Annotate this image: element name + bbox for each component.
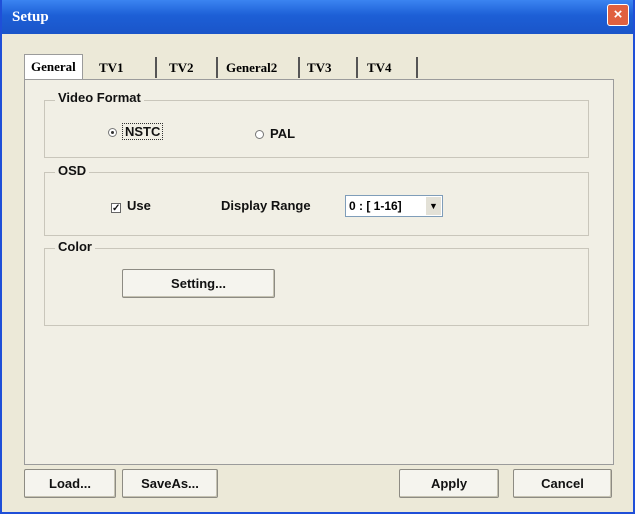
radio-pal-label: PAL <box>270 126 296 141</box>
color-setting-button[interactable]: Setting... <box>122 269 275 298</box>
color-label: Color <box>55 239 95 254</box>
radio-nstc-label: NSTC <box>121 123 164 140</box>
radio-selected-icon <box>108 128 117 137</box>
close-button[interactable]: × <box>607 4 629 26</box>
tab-general2[interactable]: General2 <box>226 56 277 80</box>
title-bar[interactable]: Setup × <box>2 0 633 34</box>
tab-divider <box>298 57 300 78</box>
video-format-label: Video Format <box>55 90 144 105</box>
display-range-value: 0 : [ 1-16] <box>349 199 402 213</box>
display-range-select[interactable]: 0 : [ 1-16] ▼ <box>345 195 443 217</box>
tab-divider <box>356 57 358 78</box>
radio-unselected-icon <box>255 130 264 139</box>
tab-divider <box>416 57 418 78</box>
save-as-button[interactable]: SaveAs... <box>122 469 218 498</box>
osd-label: OSD <box>55 163 90 178</box>
chevron-down-icon[interactable]: ▼ <box>426 197 441 215</box>
tab-divider <box>216 57 218 78</box>
display-range-label: Display Range <box>221 198 311 213</box>
tab-tv4[interactable]: TV4 <box>367 56 392 80</box>
window-title: Setup <box>12 9 49 25</box>
use-checkbox[interactable]: ✓ Use <box>111 198 151 214</box>
tab-tv3[interactable]: TV3 <box>307 56 332 80</box>
tab-general[interactable]: General <box>24 54 83 82</box>
tab-tv2[interactable]: TV2 <box>169 56 194 80</box>
close-icon: × <box>613 6 623 23</box>
tab-tv1[interactable]: TV1 <box>99 56 124 80</box>
setup-dialog: Setup × General TV1 TV2 General2 TV3 TV4… <box>0 0 635 514</box>
use-label: Use <box>127 198 151 213</box>
tab-divider <box>155 57 157 78</box>
checkmark-icon: ✓ <box>111 203 121 214</box>
radio-nstc[interactable]: NSTC <box>108 123 164 140</box>
load-button[interactable]: Load... <box>24 469 116 498</box>
tab-panel-general: Video Format NSTC PAL OSD ✓ Use Display R… <box>24 79 614 465</box>
apply-button[interactable]: Apply <box>399 469 499 498</box>
cancel-button[interactable]: Cancel <box>513 469 612 498</box>
radio-pal[interactable]: PAL <box>255 126 295 141</box>
